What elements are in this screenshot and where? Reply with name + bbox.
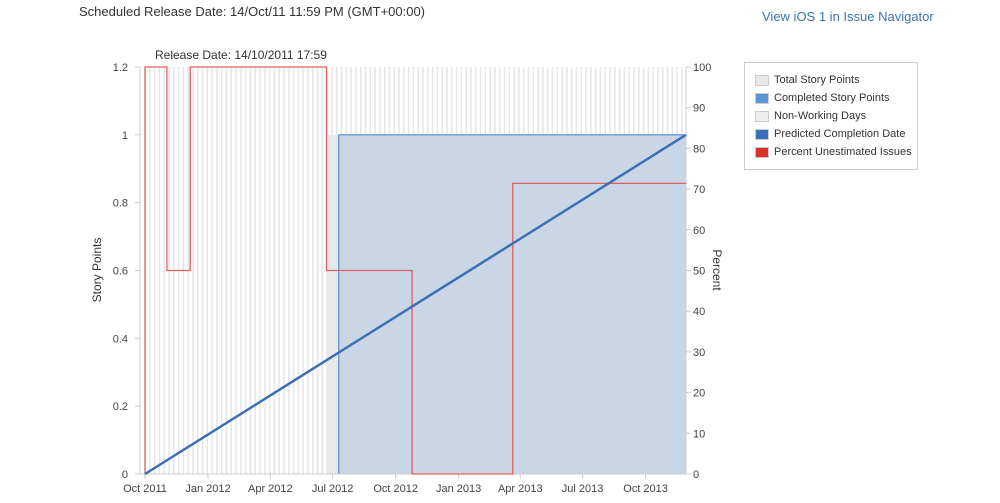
legend-swatch xyxy=(755,110,769,122)
legend-label: Non-Working Days xyxy=(774,110,867,122)
legend-item[interactable]: Total Story Points xyxy=(755,73,860,87)
x-tick-label: Jan 2012 xyxy=(185,483,230,495)
legend-swatch xyxy=(755,146,769,158)
y-tick-label: 0.8 xyxy=(113,198,128,210)
y-tick-label: 1 xyxy=(122,130,128,142)
legend-label: Completed Story Points xyxy=(774,92,890,104)
y2-tick-label: 40 xyxy=(693,306,705,318)
y-tick-label: 0 xyxy=(122,469,128,481)
y2-axis-label: Percent xyxy=(710,249,724,291)
chart-title: Release Date: 14/10/2011 17:59 xyxy=(155,48,327,62)
legend-item[interactable]: Percent Unestimated Issues xyxy=(755,145,912,159)
y-tick-label: 1.2 xyxy=(113,62,128,74)
x-tick-label: Apr 2012 xyxy=(248,483,293,495)
y-tick-label: 0.6 xyxy=(113,266,128,278)
legend-item[interactable]: Completed Story Points xyxy=(755,91,890,105)
y2-tick-label: 100 xyxy=(693,62,711,74)
y2-tick-label: 0 xyxy=(693,469,699,481)
y2-tick-label: 60 xyxy=(693,225,705,237)
y2-tick-label: 10 xyxy=(693,428,705,440)
y-tick-label: 0.4 xyxy=(113,333,128,345)
x-tick-label: Jan 2013 xyxy=(436,483,481,495)
legend-label: Percent Unestimated Issues xyxy=(774,146,912,158)
y2-tick-label: 20 xyxy=(693,388,705,400)
legend-swatch xyxy=(755,92,769,104)
legend: Total Story Points Completed Story Points… xyxy=(744,62,918,170)
y2-tick-label: 90 xyxy=(693,103,705,115)
x-tick-label: Jul 2012 xyxy=(312,483,354,495)
y2-tick-label: 30 xyxy=(693,347,705,359)
legend-label: Predicted Completion Date xyxy=(774,128,906,140)
legend-item[interactable]: Non-Working Days xyxy=(755,109,866,123)
x-tick-label: Apr 2013 xyxy=(498,483,543,495)
legend-swatch xyxy=(755,74,769,86)
y2-tick-label: 50 xyxy=(693,266,705,278)
y2-tick-label: 80 xyxy=(693,143,705,155)
x-tick-label: Oct 2011 xyxy=(123,483,167,495)
y-axis-label: Story Points xyxy=(90,238,104,303)
x-tick-label: Jul 2013 xyxy=(562,483,604,495)
x-tick-label: Oct 2013 xyxy=(623,483,668,495)
legend-label: Total Story Points xyxy=(774,74,860,86)
y-tick-label: 0.2 xyxy=(113,401,128,413)
x-tick-label: Oct 2012 xyxy=(373,483,418,495)
legend-item[interactable]: Predicted Completion Date xyxy=(755,127,905,141)
legend-swatch xyxy=(755,128,769,140)
y2-tick-label: 70 xyxy=(693,184,705,196)
